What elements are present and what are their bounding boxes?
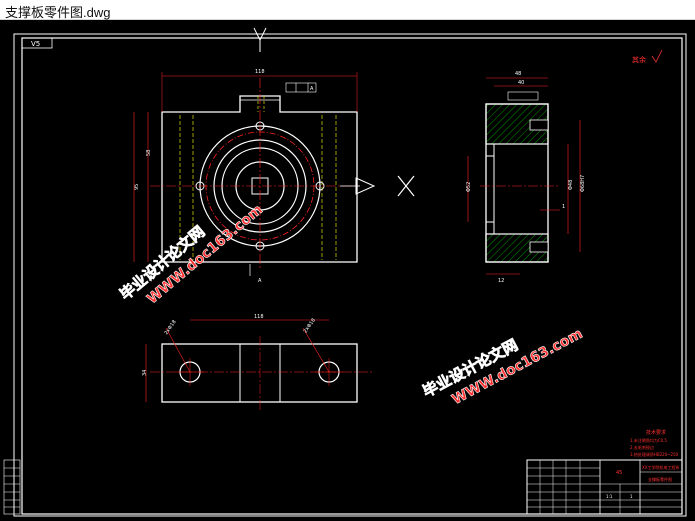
title-scale: 1:1 [606,494,613,499]
window-title: 支撑板零件图.dwg [5,5,111,20]
title-drawing-no: 支撑板零件图 [648,476,672,482]
tech-line-3: 3.热处理调质HB220~250 [630,451,679,457]
cut-label: A [258,278,262,284]
roughness-symbol [651,49,663,63]
datum-label: A [310,86,314,92]
dim-side-top2: 40 [518,80,524,86]
title-sheet: 1 [630,494,633,499]
tech-line-1: 1.未注倒角均为C0.5 [630,437,667,443]
tech-title: 技术要求 [646,429,666,436]
title-block: 45 XX工学院机电工程系 支撑板零件图 1:1 1 [526,459,683,515]
drawing-canvas[interactable]: V5 其余 118 95 58 A A 48 40 Φ48 Φ68H7 Φ52 … [0,20,695,521]
dim-bottom-width: 118 [254,314,264,320]
revision-grid [3,459,21,515]
title-school: XX工学院机电工程系 [642,464,679,470]
title-material: 45 [616,470,622,476]
outer-border [13,33,687,517]
inner-border [21,37,683,515]
dim-side-top: 48 [515,71,521,77]
cad-viewport[interactable]: V5 其余 118 95 58 A A 48 40 Φ48 Φ68H7 Φ52 … [0,20,695,521]
corner-tag: V5 [31,40,40,48]
dim-side-bottom: 12 [498,278,504,284]
watermark-2: 毕业设计论文网 WWW.doc163.com [419,325,585,408]
side-view[interactable]: 48 40 Φ48 Φ68H7 Φ52 1 12 [466,71,586,284]
tech-line-2: 2.去毛刺锐边 [630,444,654,450]
dim-side-dia: Φ52 [466,182,472,192]
dim-bottom-hole: 2xΦ18 [163,319,177,336]
bottom-view[interactable]: 118 2xΦ18 2xΦ18 34 [142,314,372,410]
dim-side-right1: Φ48 [568,180,574,190]
dim-bottom-height: 34 [142,370,148,376]
roughness-note: 其余 [632,55,646,64]
dim-left-height: 58 [146,150,152,156]
dim-top-width: 118 [255,69,265,75]
window-titlebar: 支撑板零件图.dwg [0,0,695,20]
dim-left-total: 95 [134,184,140,190]
dim-side-right2: Φ68H7 [580,175,586,192]
watermark-1: 毕业设计论文网 WWW.doc163.com [116,201,266,307]
tech-requirements: 技术要求 1.未注倒角均为C0.5 2.去毛刺锐边 3.热处理调质HB220~2… [630,429,679,457]
dim-side-small: 1 [562,204,565,210]
side-tolerance-frame [507,91,539,101]
bottom-view-outline [161,343,358,403]
